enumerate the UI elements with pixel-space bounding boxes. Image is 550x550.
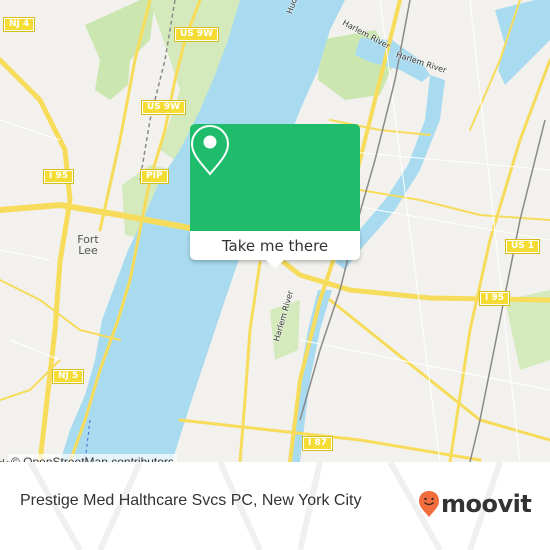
moovit-logo[interactable]: moovit xyxy=(418,490,532,518)
road-shield-i95: I 95 xyxy=(42,169,75,184)
popup-pointer xyxy=(266,260,284,269)
road xyxy=(238,260,262,462)
road xyxy=(448,58,550,462)
road-shield-nj5: NJ 5 xyxy=(51,369,85,384)
reservoir xyxy=(495,0,550,85)
place-label-fort-lee: Fort Lee xyxy=(70,234,106,256)
location-pin-icon xyxy=(190,124,230,176)
place-title: Prestige Med Halthcare Svcs PC, New York… xyxy=(20,492,362,509)
road xyxy=(0,57,73,462)
popup-header[interactable] xyxy=(190,124,360,231)
road-shield-us9w: US 9W xyxy=(140,100,187,115)
rail-line xyxy=(469,119,546,462)
take-me-there-button[interactable]: Take me there xyxy=(190,231,360,260)
location-popup: Take me there xyxy=(190,124,360,269)
map-attribution[interactable]: © OpenStreetMap contributors xyxy=(8,454,177,462)
road-shield-i95: I 95 xyxy=(478,291,511,306)
moovit-pin-icon xyxy=(419,491,439,517)
map-view[interactable]: NJ 4 US 9W US 9W I 95 PIP US 1 I 95 NJ 5… xyxy=(0,0,550,462)
road-shield-pip: PIP xyxy=(140,169,169,184)
road-shield-us1: US 1 xyxy=(504,239,541,254)
road-shield-nj4: NJ 4 xyxy=(2,17,36,32)
road-shield-us9w: US 9W xyxy=(173,27,220,42)
moovit-wordmark: moovit xyxy=(441,490,532,518)
footer: Prestige Med Halthcare Svcs PC, New York… xyxy=(0,462,550,550)
road-shield-i87: I 87 xyxy=(301,436,334,451)
park-area xyxy=(85,0,155,100)
place-label-text: Fort Lee xyxy=(77,233,99,257)
